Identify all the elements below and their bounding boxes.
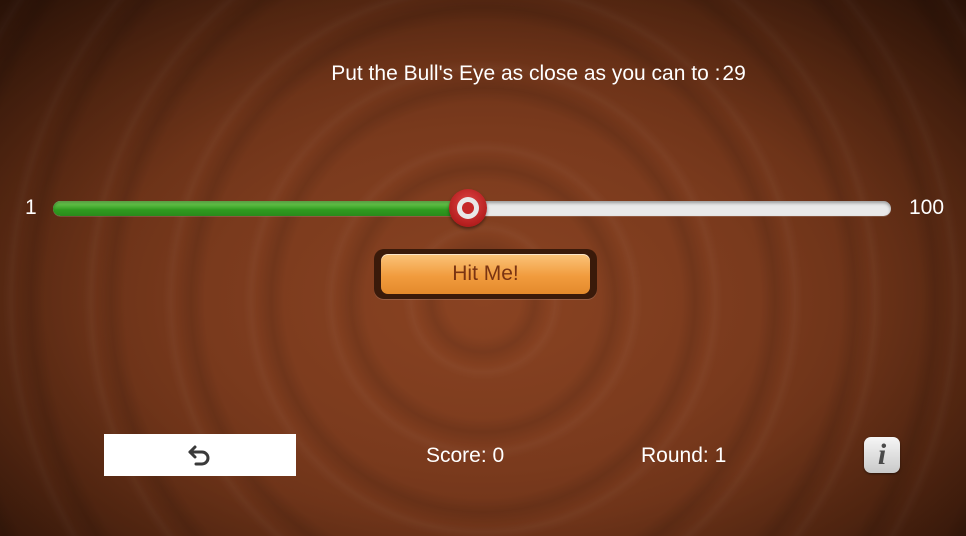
prompt-text: Put the Bull's Eye as close as you can t… xyxy=(331,62,721,85)
slider-min-label: 1 xyxy=(25,196,37,219)
target-value: 29 xyxy=(722,62,746,85)
hit-button-frame: Hit Me! xyxy=(374,249,597,299)
score-value: 0 xyxy=(492,444,505,467)
round-label: Round: xyxy=(641,444,709,467)
hit-me-button[interactable]: Hit Me! xyxy=(381,254,590,294)
round-value: 1 xyxy=(714,444,727,467)
score-label: Score: xyxy=(426,444,487,467)
info-icon[interactable]: i xyxy=(864,437,900,473)
target-prompt: Put the Bull's Eye as close as you can t… xyxy=(0,62,966,86)
slider-fill xyxy=(53,201,468,216)
value-slider[interactable] xyxy=(53,189,891,227)
slider-max-label: 100 xyxy=(909,196,945,219)
undo-arrow-icon xyxy=(188,445,210,466)
start-over-button[interactable] xyxy=(104,434,296,476)
round-display: Round: 1 xyxy=(641,444,726,468)
bullseye-thumb[interactable] xyxy=(448,189,487,227)
score-display: Score: 0 xyxy=(426,444,504,468)
